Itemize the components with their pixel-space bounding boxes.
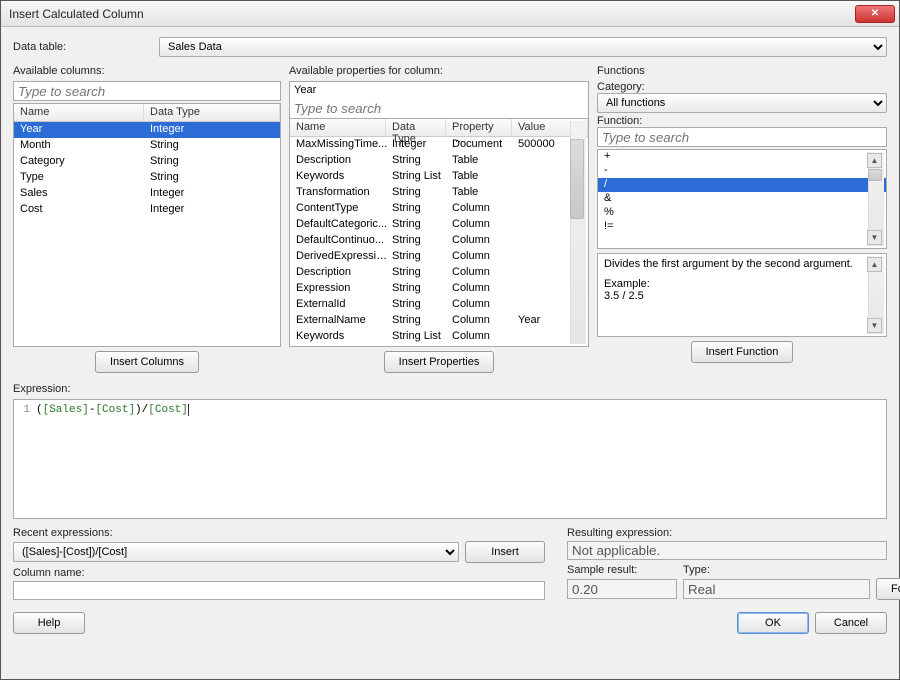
available-columns-label: Available columns: — [13, 65, 281, 81]
list-item[interactable]: & — [598, 192, 886, 206]
table-row[interactable]: YearInteger — [14, 122, 280, 138]
table-row[interactable]: LinkTemplateStringColumn — [290, 345, 588, 346]
table-row[interactable]: ExternalNameStringColumnYear — [290, 313, 588, 329]
available-columns-search[interactable] — [13, 81, 281, 101]
insert-function-button[interactable]: Insert Function — [691, 341, 794, 363]
scroll-up-icon[interactable]: ▲ — [867, 153, 882, 168]
resulting-expression-field — [567, 541, 887, 560]
function-list[interactable]: +-/&%!= ▲ ▼ — [597, 149, 887, 249]
available-props-label: Available properties for column: — [289, 65, 589, 81]
table-row[interactable]: ExpressionStringColumn — [290, 281, 588, 297]
table-row[interactable]: KeywordsString ListTable — [290, 169, 588, 185]
table-row[interactable]: DefaultContinuo...StringColumn — [290, 233, 588, 249]
data-table-combo[interactable]: Sales Data — [159, 37, 887, 57]
desc-line: Divides the first argument by the second… — [604, 258, 880, 270]
functions-label: Functions — [597, 65, 887, 81]
table-row[interactable]: MaxMissingTime...IntegerDocument500000 — [290, 137, 588, 153]
dialog-window: Insert Calculated Column ✕ Data table: S… — [0, 0, 900, 680]
category-label: Category: — [597, 81, 887, 93]
resulting-expression-label: Resulting expression: — [567, 527, 887, 539]
column-name-label: Column name: — [13, 567, 545, 579]
col-header-datatype[interactable]: Data Type — [144, 104, 280, 121]
function-search[interactable] — [597, 127, 887, 147]
list-item[interactable]: != — [598, 220, 886, 234]
function-description: Divides the first argument by the second… — [597, 253, 887, 337]
scrollbar[interactable] — [570, 121, 586, 344]
list-item[interactable]: % — [598, 206, 886, 220]
type-field — [683, 579, 870, 599]
desc-line: Example: — [604, 278, 880, 290]
table-row[interactable]: ExternalIdStringColumn — [290, 297, 588, 313]
table-row[interactable]: CostInteger — [14, 202, 280, 218]
type-label: Type: — [683, 564, 801, 576]
prop-header-name[interactable]: Name — [290, 119, 386, 136]
scroll-down-icon[interactable]: ▼ — [867, 230, 882, 245]
table-row[interactable]: DescriptionStringColumn — [290, 265, 588, 281]
list-item[interactable]: - — [598, 164, 886, 178]
scrollbar-thumb[interactable] — [868, 169, 882, 181]
list-item[interactable]: + — [598, 150, 886, 164]
table-row[interactable]: TransformationStringTable — [290, 185, 588, 201]
insert-properties-button[interactable]: Insert Properties — [384, 351, 495, 373]
table-row[interactable]: ContentTypeStringColumn — [290, 201, 588, 217]
cancel-button[interactable]: Cancel — [815, 612, 887, 634]
table-row[interactable]: SalesInteger — [14, 186, 280, 202]
available-props-search[interactable] — [289, 99, 589, 119]
available-columns-list[interactable]: Name Data Type YearIntegerMonthStringCat… — [13, 103, 281, 347]
insert-recent-button[interactable]: Insert — [465, 541, 545, 563]
table-row[interactable]: DescriptionStringTable — [290, 153, 588, 169]
insert-columns-button[interactable]: Insert Columns — [95, 351, 199, 373]
function-label: Function: — [597, 115, 887, 127]
line-number: 1 — [18, 404, 30, 416]
ok-button[interactable]: OK — [737, 612, 809, 634]
sample-result-label: Sample result: — [567, 564, 677, 576]
table-row[interactable]: MonthString — [14, 138, 280, 154]
table-row[interactable]: KeywordsString ListColumn — [290, 329, 588, 345]
scrollbar[interactable]: ▲ ▼ — [868, 256, 884, 334]
close-icon[interactable]: ✕ — [855, 5, 895, 23]
table-row[interactable]: CategoryString — [14, 154, 280, 170]
recent-expressions-label: Recent expressions: — [13, 527, 545, 539]
formatting-button[interactable]: Formatting... — [876, 578, 900, 600]
column-name-input[interactable] — [13, 581, 545, 600]
expression-label: Expression: — [13, 383, 887, 395]
data-table-label: Data table: — [13, 41, 151, 53]
list-item[interactable]: / — [598, 178, 886, 192]
scrollbar[interactable]: ▲ ▼ — [868, 152, 884, 246]
prop-header-datatype[interactable]: Data Type — [386, 119, 446, 136]
help-button[interactable]: Help — [13, 612, 85, 634]
desc-line: 3.5 / 2.5 — [604, 290, 880, 302]
table-row[interactable]: TypeString — [14, 170, 280, 186]
available-props-list[interactable]: Name Data Type Property ... Value MaxMis… — [289, 119, 589, 347]
prop-header-property[interactable]: Property ... — [446, 119, 512, 136]
table-row[interactable]: DefaultCategoric...StringColumn — [290, 217, 588, 233]
recent-expressions-combo[interactable]: ([Sales]-[Cost])/[Cost] — [13, 542, 459, 562]
scroll-down-icon[interactable]: ▼ — [867, 318, 882, 333]
available-props-context: Year — [289, 81, 589, 99]
col-header-name[interactable]: Name — [14, 104, 144, 121]
window-title: Insert Calculated Column — [9, 7, 855, 21]
category-combo[interactable]: All functions — [597, 93, 887, 113]
titlebar: Insert Calculated Column ✕ — [1, 1, 899, 27]
scrollbar-thumb[interactable] — [570, 139, 584, 219]
scroll-up-icon[interactable]: ▲ — [867, 257, 882, 272]
expression-editor[interactable]: 1([Sales]-[Cost])/[Cost] — [13, 399, 887, 519]
table-row[interactable]: DerivedExpressionStringColumn — [290, 249, 588, 265]
sample-result-field — [567, 579, 677, 599]
